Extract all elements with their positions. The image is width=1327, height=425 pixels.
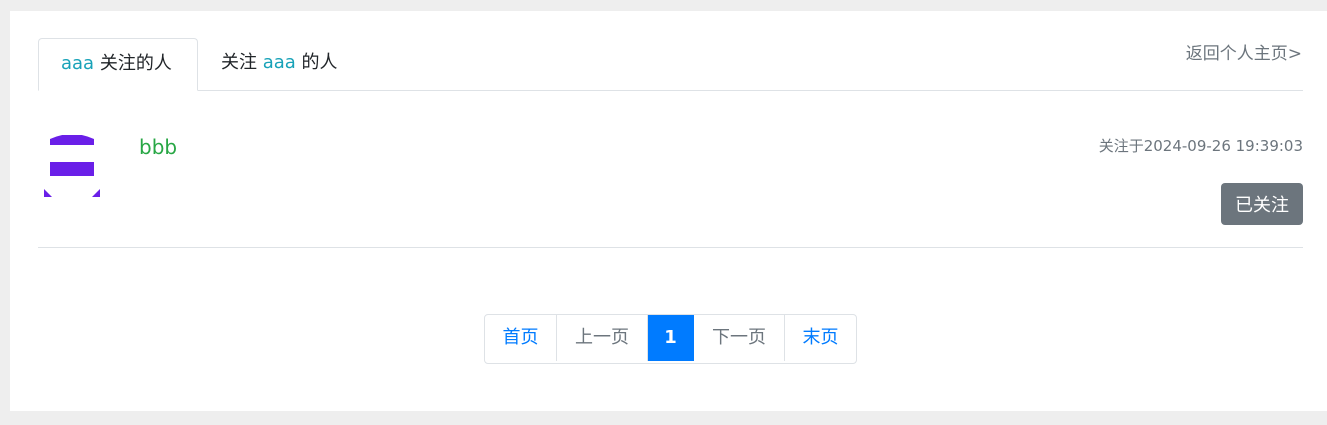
avatar-left-corner xyxy=(44,189,52,197)
tab-followers[interactable]: 关注 aaa 的人 xyxy=(199,38,360,90)
first-page-button[interactable]: 首页 xyxy=(485,315,557,361)
followee-username[interactable]: bbb xyxy=(139,135,177,159)
tab-following-name: aaa xyxy=(61,53,95,74)
followed-button[interactable]: 已关注 xyxy=(1221,183,1303,225)
avatar-right-corner xyxy=(92,189,100,197)
back-to-profile-link[interactable]: 返回个人主页> xyxy=(1186,39,1302,64)
tab-followers-suffix: 的人 xyxy=(295,52,338,73)
avatar-middle-bar xyxy=(50,162,94,176)
tab-followers-prefix: 关注 xyxy=(221,52,263,73)
follow-tabs: aaa 关注的人 关注 aaa 的人 xyxy=(38,38,1303,91)
avatar[interactable] xyxy=(44,135,100,199)
tab-following[interactable]: aaa 关注的人 xyxy=(38,38,198,91)
followed-timestamp: 关注于2024-09-26 19:39:03 xyxy=(1098,137,1303,155)
prev-page-button[interactable]: 上一页 xyxy=(557,315,648,361)
pagination: 首页 上一页 1 下一页 末页 xyxy=(484,314,857,364)
list-item: bbb 关注于2024-09-26 19:39:03 已关注 xyxy=(38,91,1303,248)
current-page-button[interactable]: 1 xyxy=(648,315,694,361)
avatar-top-shape xyxy=(50,135,94,145)
content-card: aaa 关注的人 关注 aaa 的人 返回个人主页> bbb 关注于2024-0… xyxy=(10,11,1327,411)
next-page-button[interactable]: 下一页 xyxy=(694,315,785,361)
last-page-button[interactable]: 末页 xyxy=(785,315,856,361)
tab-followers-name: aaa xyxy=(262,52,296,73)
tab-following-label: 关注的人 xyxy=(94,53,172,74)
